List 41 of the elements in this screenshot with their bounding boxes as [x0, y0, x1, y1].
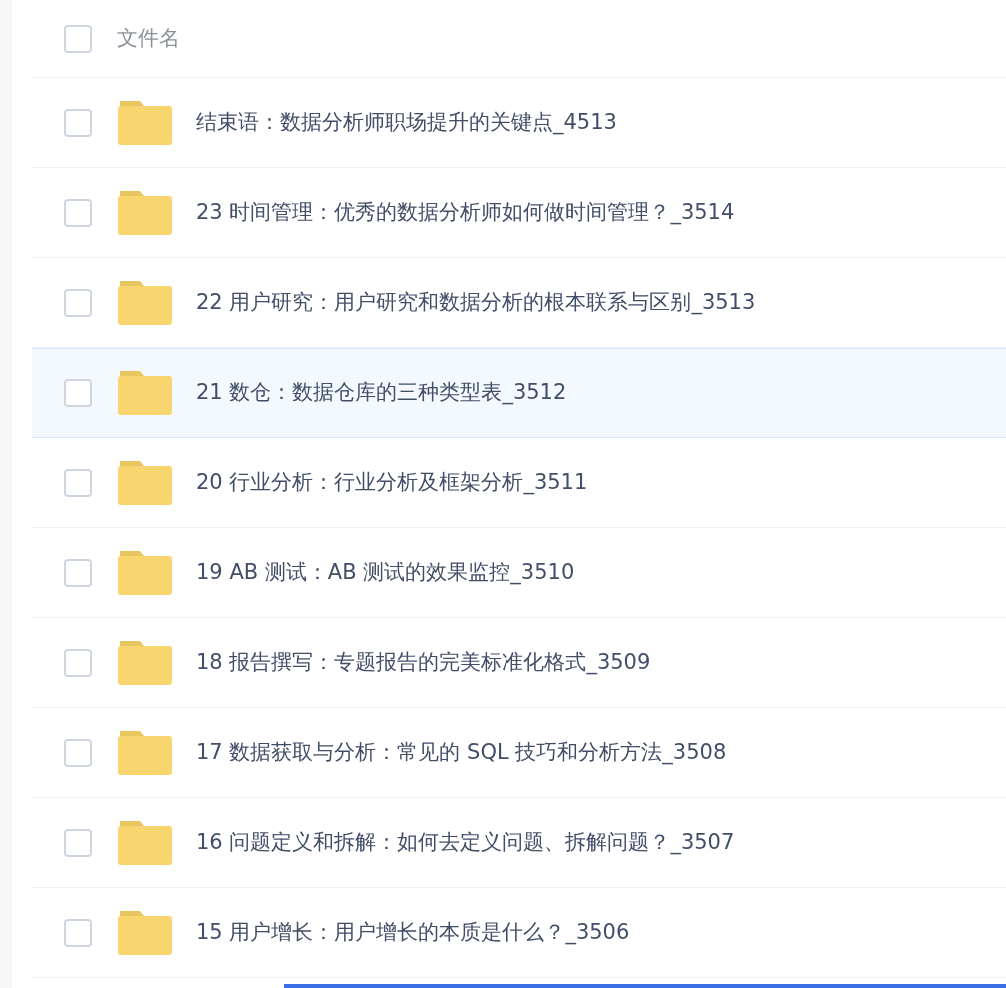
folder-icon: [118, 730, 172, 775]
file-row[interactable]: 15 用户增长：用户增长的本质是什么？_3506: [32, 888, 1006, 978]
checkbox[interactable]: [64, 108, 92, 137]
folder-icon: [118, 280, 172, 325]
checkbox[interactable]: [64, 558, 92, 587]
file-row[interactable]: 17 数据获取与分析：常见的 SQL 技巧和分析方法_3508: [32, 708, 1006, 798]
folder-name[interactable]: 17 数据获取与分析：常见的 SQL 技巧和分析方法_3508: [196, 736, 727, 769]
folder-icon: [118, 100, 172, 145]
folder-name[interactable]: 18 报告撰写：专题报告的完美标准化格式_3509: [196, 646, 651, 679]
folder-name[interactable]: 23 时间管理：优秀的数据分析师如何做时间管理？_3514: [196, 196, 735, 229]
folder-icon: [118, 550, 172, 595]
folder-icon: [118, 640, 172, 685]
folder-name[interactable]: 20 行业分析：行业分析及框架分析_3511: [196, 466, 588, 499]
checkbox[interactable]: [64, 24, 92, 53]
file-row[interactable]: 19 AB 测试：AB 测试的效果监控_3510: [32, 528, 1006, 618]
column-header: 文件名: [117, 24, 180, 52]
checkbox[interactable]: [64, 918, 92, 947]
checkbox[interactable]: [64, 468, 92, 497]
folder-icon: [118, 820, 172, 865]
file-row[interactable]: 21 数仓：数据仓库的三种类型表_3512: [32, 348, 1006, 438]
folder-name[interactable]: 16 问题定义和拆解：如何去定义问题、拆解问题？_3507: [196, 826, 735, 859]
checkbox[interactable]: [64, 828, 92, 857]
folder-icon: [118, 460, 172, 505]
folder-name[interactable]: 15 用户增长：用户增长的本质是什么？_3506: [196, 916, 630, 949]
folder-icon: [118, 190, 172, 235]
checkbox[interactable]: [64, 648, 92, 677]
file-row[interactable]: 20 行业分析：行业分析及框架分析_3511: [32, 438, 1006, 528]
checkbox[interactable]: [64, 738, 92, 767]
file-row[interactable]: 结束语：数据分析师职场提升的关键点_4513: [32, 78, 1006, 168]
checkbox[interactable]: [64, 198, 92, 227]
folder-name[interactable]: 19 AB 测试：AB 测试的效果监控_3510: [196, 556, 575, 589]
folder-name[interactable]: 结束语：数据分析师职场提升的关键点_4513: [196, 106, 617, 139]
file-row[interactable]: 16 问题定义和拆解：如何去定义问题、拆解问题？_3507: [32, 798, 1006, 888]
checkbox[interactable]: [64, 379, 92, 407]
checkbox[interactable]: [64, 288, 92, 317]
folder-name[interactable]: 21 数仓：数据仓库的三种类型表_3512: [196, 377, 567, 409]
file-row[interactable]: 18 报告撰写：专题报告的完美标准化格式_3509: [32, 618, 1006, 708]
file-row[interactable]: 23 时间管理：优秀的数据分析师如何做时间管理？_3514: [32, 168, 1006, 258]
folder-name[interactable]: 22 用户研究：用户研究和数据分析的根本联系与区别_3513: [196, 286, 756, 319]
folder-icon: [118, 371, 172, 415]
folder-icon: [118, 910, 172, 955]
